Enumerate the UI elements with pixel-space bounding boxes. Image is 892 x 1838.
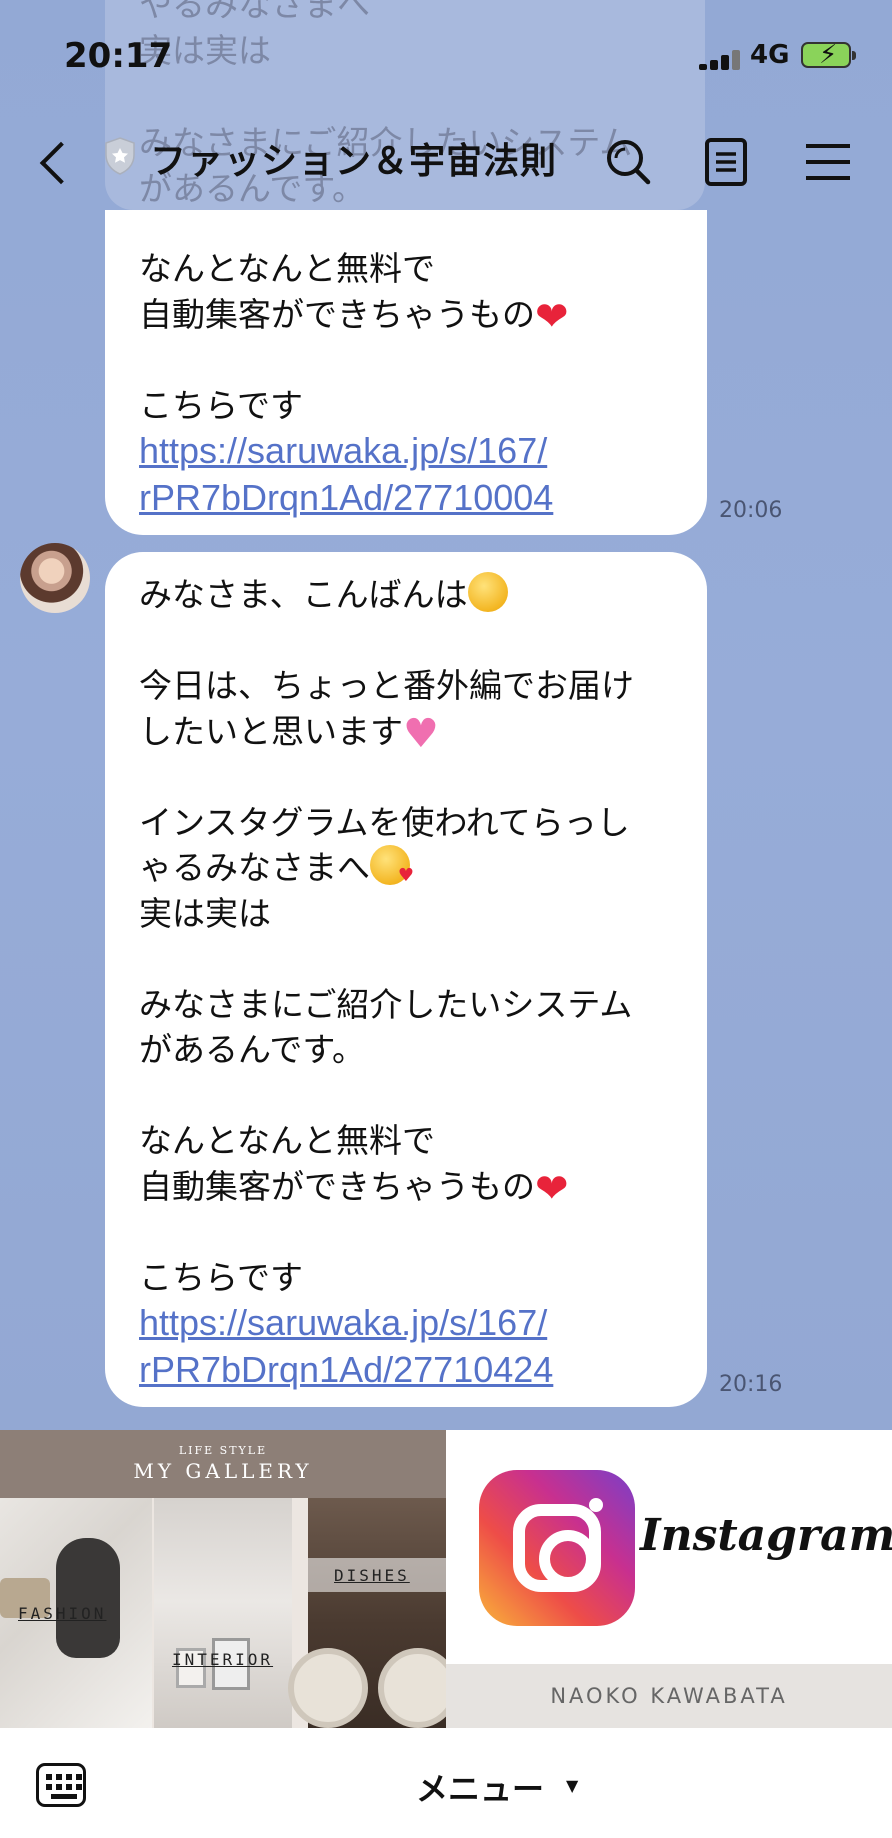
message-text: したいと思います bbox=[139, 711, 403, 751]
instagram-wordmark: Instagram bbox=[640, 1510, 892, 1561]
red-heart-emoji: ❤ bbox=[535, 293, 569, 340]
message-text: こちらです bbox=[139, 385, 304, 425]
kissing-face-emoji bbox=[370, 845, 414, 899]
message-time: 20:06 bbox=[719, 498, 783, 523]
message-link[interactable]: rPR7bDrqn1Ad/27710004 bbox=[139, 477, 553, 518]
battery-icon: ⚡ bbox=[801, 40, 856, 70]
winking-face-emoji bbox=[467, 572, 508, 612]
message-text: みなさま、こんばんは bbox=[139, 575, 468, 614]
message-text: 自動集客ができちゃうもの bbox=[139, 294, 535, 334]
instagram-icon bbox=[479, 1470, 635, 1626]
bottom-bar: メニュー ▼ bbox=[0, 1728, 892, 1838]
message-time: 20:16 bbox=[719, 1372, 783, 1397]
status-bar: 20:17 4G ⚡ bbox=[0, 0, 892, 110]
message-bubble[interactable]: みなさま、こんばんは 今日は、ちょっと番外編でお届け したいと思います♥ インス… bbox=[105, 552, 707, 1407]
message-text: 今日は、ちょっと番外編でお届け bbox=[139, 666, 634, 705]
interior-tile[interactable]: INTERIOR bbox=[154, 1498, 292, 1728]
chevron-down-icon[interactable]: ▼ bbox=[566, 1776, 578, 1795]
message-link[interactable]: rPR7bDrqn1Ad/27710424 bbox=[139, 1349, 553, 1390]
search-icon[interactable] bbox=[598, 132, 658, 192]
message-link[interactable]: https://saruwaka.jp/s/167/ bbox=[139, 430, 547, 471]
menu-toggle[interactable]: メニュー bbox=[416, 1764, 544, 1810]
network-type: 4G bbox=[750, 40, 790, 70]
keyboard-icon[interactable] bbox=[36, 1763, 86, 1807]
message-bubble[interactable]: なんとなんと無料で 自動集客ができちゃうもの❤ こちらです https://sa… bbox=[105, 210, 707, 535]
gallery-header: LIFE STYLE MY GALLERY bbox=[0, 1430, 446, 1498]
status-time: 20:17 bbox=[64, 36, 173, 76]
message-text: インスタグラムを使われてらっし bbox=[139, 802, 630, 842]
message-text: こちらです bbox=[139, 1257, 304, 1297]
message-text: ゃるみなさまへ bbox=[139, 848, 370, 887]
instagram-panel[interactable]: Instagram NAOKO KAWABATA bbox=[446, 1430, 892, 1728]
message-text: 自動集客ができちゃうもの bbox=[139, 1166, 535, 1206]
official-shield-icon bbox=[105, 137, 135, 175]
menu-icon[interactable] bbox=[798, 132, 858, 192]
owner-name: NAOKO KAWABATA bbox=[446, 1664, 892, 1728]
message-link[interactable]: https://saruwaka.jp/s/167/ bbox=[139, 1302, 547, 1343]
back-icon[interactable] bbox=[32, 130, 82, 190]
avatar[interactable] bbox=[20, 543, 90, 613]
message-text: なんとなんと無料で bbox=[139, 249, 436, 288]
dishes-tile[interactable]: DISHES bbox=[288, 1498, 458, 1728]
chat-title: ファッション＆宇宙法則 bbox=[150, 141, 558, 182]
message-text: みなさまにご紹介したいシステム bbox=[139, 984, 633, 1024]
signal-icon bbox=[699, 50, 741, 70]
gallery-panel[interactable]: LIFE STYLE MY GALLERY FASHION INTERIOR D… bbox=[0, 1430, 458, 1728]
fashion-tile[interactable]: FASHION bbox=[0, 1498, 152, 1728]
rich-menu: LIFE STYLE MY GALLERY FASHION INTERIOR D… bbox=[0, 1430, 892, 1728]
message-text: なんとなんと無料で bbox=[139, 1121, 436, 1160]
pink-heart-emoji: ♥ bbox=[403, 710, 439, 757]
red-heart-emoji: ❤ bbox=[535, 1165, 569, 1212]
notes-icon[interactable] bbox=[697, 132, 757, 192]
chat-header: ファッション＆宇宙法則 bbox=[0, 110, 892, 210]
message-text: があるんです。 bbox=[139, 1030, 366, 1069]
